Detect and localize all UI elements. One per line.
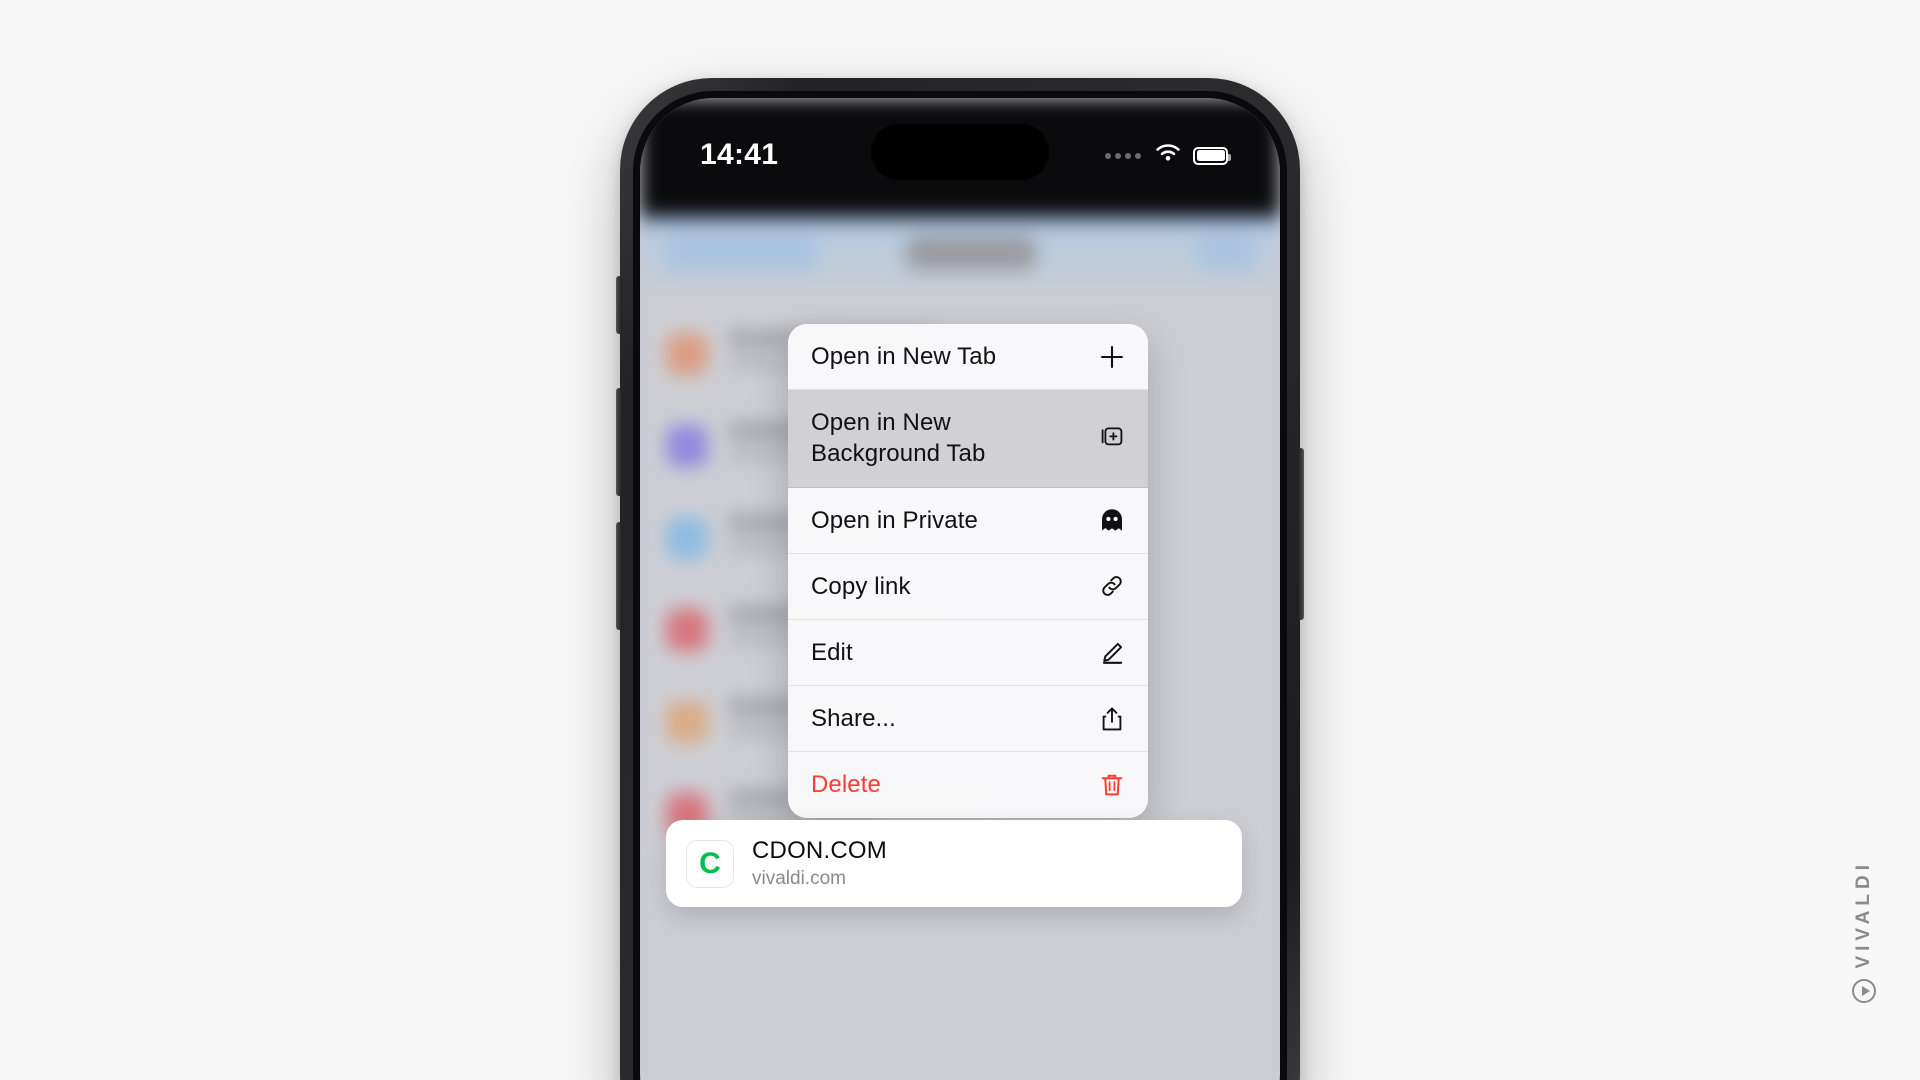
- pencil-edit-icon: [1097, 638, 1127, 668]
- menu-item-label: Open in New Tab: [811, 343, 997, 370]
- phone-screen: 14:41 Open in New Tab Open in New Backgr…: [640, 98, 1280, 1080]
- background-favicon-icon: [666, 609, 708, 651]
- bookmark-preview-card[interactable]: C CDON.COM vivaldi.com: [666, 820, 1242, 907]
- menu-item-edit[interactable]: Edit: [788, 619, 1148, 687]
- volume-down-button[interactable]: [616, 522, 622, 630]
- menu-item-open-in-new-background-tab[interactable]: Open in New Background Tab: [788, 390, 1148, 488]
- background-toolbar: [640, 216, 1280, 290]
- share-upload-icon: [1097, 704, 1127, 734]
- iphone-device-frame: 14:41 Open in New Tab Open in New Backgr…: [616, 78, 1304, 1080]
- background-toolbar-pill: [1198, 236, 1254, 270]
- dynamic-island: [871, 124, 1049, 180]
- link-chain-icon: [1097, 571, 1127, 601]
- phone-bezel: 14:41 Open in New Tab Open in New Backgr…: [633, 91, 1287, 1080]
- background-favicon-icon: [666, 517, 708, 559]
- menu-item-label: Share...: [811, 705, 896, 733]
- bookmark-favicon-icon: C: [686, 839, 734, 888]
- background-toolbar-pill: [906, 236, 1036, 270]
- menu-item-label: Delete: [811, 771, 881, 799]
- volume-up-button[interactable]: [616, 388, 622, 496]
- battery-full-icon: [1193, 146, 1231, 165]
- menu-item-label: Copy link: [811, 572, 911, 600]
- menu-item-label: Edit: [811, 638, 853, 666]
- status-bar: 14:41: [640, 98, 1280, 216]
- menu-item-copy-link[interactable]: Copy link: [788, 553, 1148, 620]
- menu-item-label: Open in Private: [811, 506, 978, 534]
- menu-item-delete[interactable]: Delete: [788, 752, 1148, 818]
- bookmark-url: vivaldi.com: [752, 868, 846, 889]
- bookmark-title: CDON.COM: [752, 837, 887, 864]
- silent-switch-button[interactable]: [616, 276, 622, 334]
- trash-delete-icon: [1097, 770, 1127, 800]
- background-favicon-icon: [666, 425, 708, 467]
- new-background-tab-icon: [1097, 423, 1127, 453]
- cellular-signal-dots-icon: [1105, 152, 1141, 159]
- status-bar-clock: 14:41: [700, 138, 779, 171]
- plus-icon: [1097, 342, 1127, 372]
- vivaldi-play-logo-icon: [1852, 978, 1876, 1003]
- watermark-brand-text: VIVALDI: [1853, 860, 1874, 969]
- menu-item-open-in-private[interactable]: Open in Private: [788, 487, 1148, 554]
- vivaldi-watermark: VIVALDI: [1834, 860, 1894, 1003]
- power-button[interactable]: [1298, 448, 1304, 620]
- background-favicon-icon: [666, 333, 708, 375]
- ghost-private-icon: [1097, 505, 1127, 535]
- menu-item-share[interactable]: Share...: [788, 686, 1148, 753]
- status-bar-indicators: [1105, 143, 1231, 168]
- background-toolbar-pill: [666, 236, 816, 270]
- menu-item-label: Open in New Background Tab: [811, 409, 986, 468]
- context-menu: Open in New Tab Open in New Background T…: [788, 324, 1148, 818]
- bookmark-text-block: CDON.COM vivaldi.com: [752, 837, 887, 890]
- menu-item-open-in-new-tab[interactable]: Open in New Tab: [788, 324, 1148, 391]
- wifi-icon: [1154, 143, 1182, 168]
- background-favicon-icon: [666, 701, 708, 743]
